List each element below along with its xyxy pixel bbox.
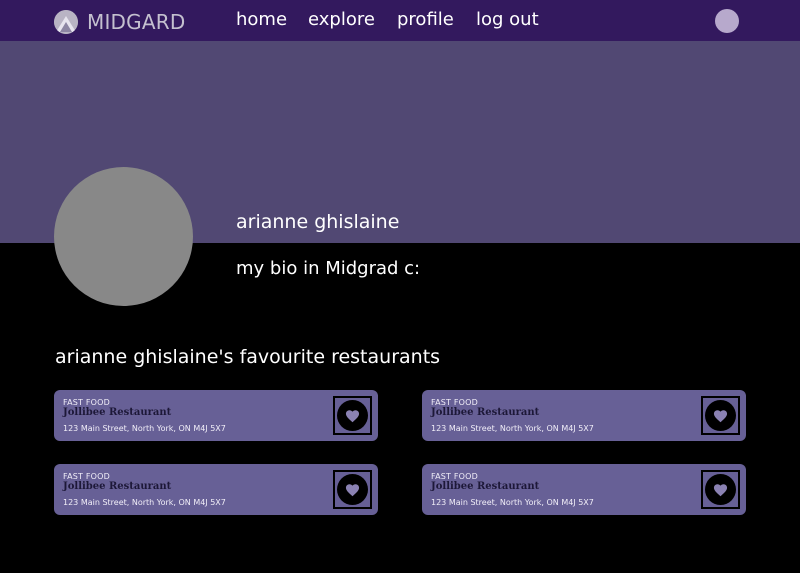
card-address: 123 Main Street, North York, ON M4J 5X7 bbox=[63, 424, 226, 433]
favourite-button[interactable] bbox=[333, 470, 372, 509]
card-category: FAST FOOD bbox=[431, 398, 479, 407]
card-category: FAST FOOD bbox=[63, 472, 111, 481]
brand-name: MIDGARD bbox=[87, 10, 186, 34]
profile-name: arianne ghislaine bbox=[236, 211, 400, 233]
restaurant-card[interactable]: FAST FOOD Jollibee Restaurant 123 Main S… bbox=[422, 464, 746, 515]
user-avatar-icon[interactable] bbox=[715, 9, 739, 33]
heart-icon bbox=[705, 474, 736, 505]
nav-profile-link[interactable]: profile bbox=[397, 9, 454, 30]
nav-logout-link[interactable]: log out bbox=[476, 9, 539, 30]
top-navbar: MIDGARD home explore profile log out bbox=[0, 0, 800, 41]
profile-avatar bbox=[54, 167, 193, 306]
restaurant-card[interactable]: FAST FOOD Jollibee Restaurant 123 Main S… bbox=[422, 390, 746, 441]
heart-icon bbox=[337, 474, 368, 505]
profile-bio: my bio in Midgrad c: bbox=[236, 258, 421, 279]
card-address: 123 Main Street, North York, ON M4J 5X7 bbox=[431, 424, 594, 433]
mountain-logo-icon bbox=[54, 10, 78, 34]
nav-home-link[interactable]: home bbox=[236, 9, 287, 30]
card-restaurant-name: Jollibee Restaurant bbox=[431, 481, 540, 492]
brand-link[interactable]: MIDGARD bbox=[54, 9, 185, 35]
favourite-button[interactable] bbox=[701, 396, 740, 435]
card-restaurant-name: Jollibee Restaurant bbox=[431, 407, 540, 418]
favourite-button[interactable] bbox=[333, 396, 372, 435]
card-address: 123 Main Street, North York, ON M4J 5X7 bbox=[63, 498, 226, 507]
card-address: 123 Main Street, North York, ON M4J 5X7 bbox=[431, 498, 594, 507]
card-category: FAST FOOD bbox=[431, 472, 479, 481]
heart-icon bbox=[337, 400, 368, 431]
nav-explore-link[interactable]: explore bbox=[308, 9, 375, 30]
favourites-title: arianne ghislaine's favourite restaurant… bbox=[55, 346, 441, 368]
card-category: FAST FOOD bbox=[63, 398, 111, 407]
restaurant-card[interactable]: FAST FOOD Jollibee Restaurant 123 Main S… bbox=[54, 390, 378, 441]
card-restaurant-name: Jollibee Restaurant bbox=[63, 407, 172, 418]
restaurant-card[interactable]: FAST FOOD Jollibee Restaurant 123 Main S… bbox=[54, 464, 378, 515]
favourite-button[interactable] bbox=[701, 470, 740, 509]
card-restaurant-name: Jollibee Restaurant bbox=[63, 481, 172, 492]
heart-icon bbox=[705, 400, 736, 431]
